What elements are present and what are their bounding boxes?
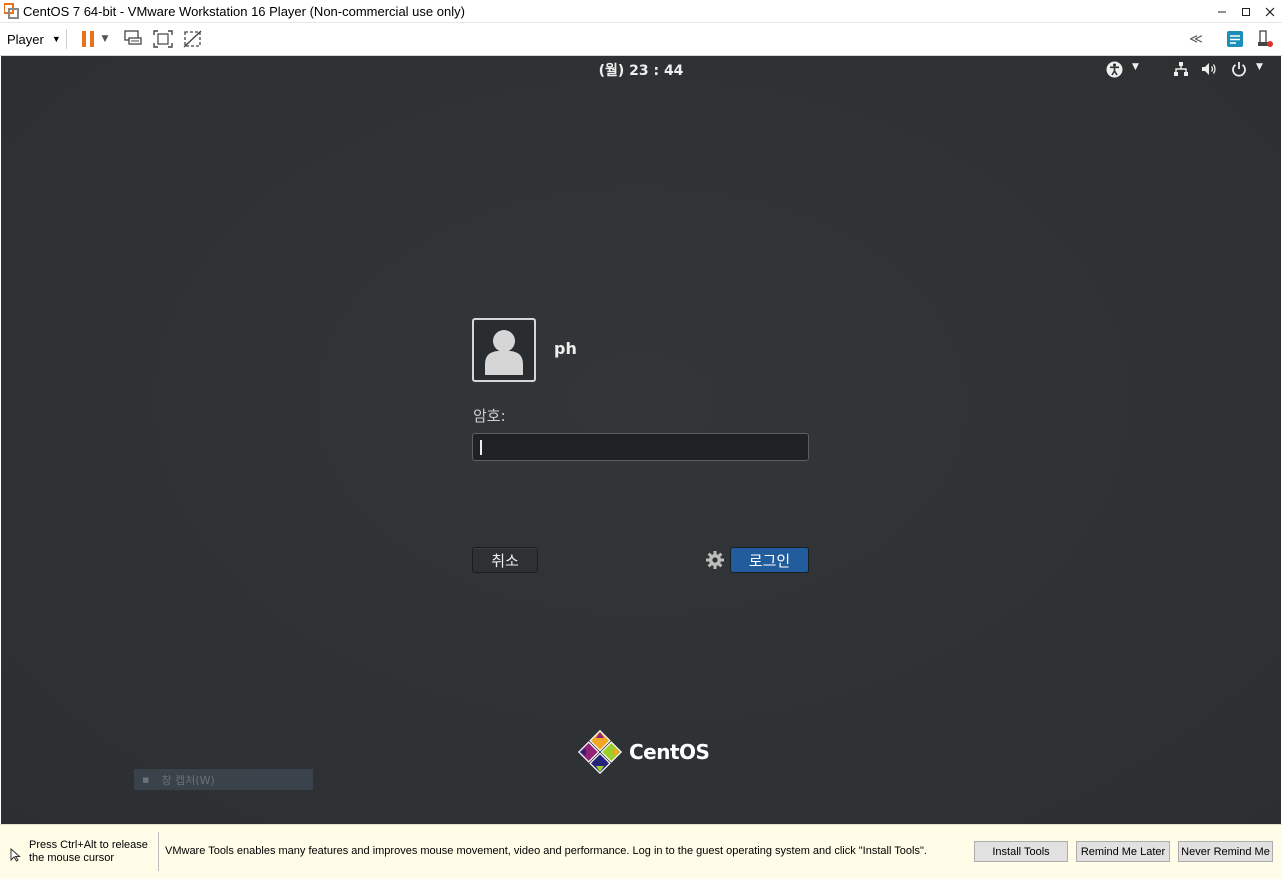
pause-button[interactable]: [77, 28, 99, 50]
release-hint-line2: the mouse cursor: [29, 852, 114, 864]
centos-wordmark: CentOS: [629, 740, 710, 764]
volume-icon: [1202, 63, 1216, 75]
cancel-button[interactable]: 취소: [472, 547, 538, 573]
chevron-down-icon: ▼: [101, 34, 109, 44]
maximize-button[interactable]: [1234, 0, 1258, 23]
power-menu-button[interactable]: [1230, 60, 1247, 78]
mouse-pointer-icon: [10, 847, 22, 862]
maximize-icon: [1242, 7, 1250, 16]
power-menu-dropdown[interactable]: ▼: [98, 28, 112, 50]
user-avatar: [472, 318, 536, 382]
vmware-player-icon: [3, 3, 20, 19]
close-icon: [1265, 7, 1275, 16]
window-capture-label: 창 캡처(W): [161, 773, 215, 787]
username-label: ph: [554, 339, 577, 358]
minimize-icon: [1218, 11, 1226, 12]
gnome-top-bar: (월) 23 : 44 ▼ ▼: [1, 56, 1281, 83]
user-icon: [485, 330, 523, 375]
toolbar-divider: [66, 29, 67, 49]
notes-icon: [1227, 31, 1243, 47]
vmware-tools-bar: Press Ctrl+Alt to release the mouse curs…: [0, 824, 1282, 879]
close-button[interactable]: [1258, 0, 1282, 23]
release-hint-line1: Press Ctrl+Alt to release: [29, 839, 148, 851]
password-label: 암호:: [473, 407, 506, 425]
pause-icon: [82, 31, 94, 47]
window-capture-overlay: ▪ 창 캡처(W): [134, 769, 313, 790]
vmware-tools-message: VMware Tools enables many features and i…: [165, 845, 927, 857]
session-settings-button[interactable]: [705, 550, 725, 570]
centos-logo: [577, 729, 623, 775]
chevron-down-icon[interactable]: ▼: [1256, 62, 1263, 72]
accessibility-button[interactable]: [1105, 60, 1123, 78]
text-cursor: [480, 440, 482, 455]
power-icon: [1231, 62, 1246, 77]
removable-devices-button[interactable]: [1254, 28, 1276, 50]
send-ctrl-alt-del-button[interactable]: [122, 28, 144, 50]
send-ctrl-alt-del-icon: [124, 30, 142, 45]
network-indicator[interactable]: [1173, 60, 1189, 78]
unity-button[interactable]: [182, 28, 204, 50]
player-menu[interactable]: Player ▼: [7, 30, 61, 48]
login-button[interactable]: 로그인: [730, 547, 809, 573]
password-input[interactable]: [472, 433, 809, 461]
network-wired-icon: [1174, 62, 1188, 76]
player-menu-label: Player: [7, 31, 44, 47]
window-titlebar[interactable]: CentOS 7 64-bit - VMware Workstation 16 …: [0, 0, 1282, 23]
release-mouse-hint: Press Ctrl+Alt to release the mouse curs…: [29, 839, 148, 865]
fit-guest-button[interactable]: [152, 28, 174, 50]
minimize-button[interactable]: [1210, 0, 1234, 23]
devices-icon: [1258, 30, 1273, 47]
capture-icon: ▪: [142, 773, 150, 786]
guest-screen[interactable]: (월) 23 : 44 ▼ ▼ ph 암호: 취소 로그인 CentOS ▪ 창…: [1, 56, 1281, 824]
accessibility-icon: [1106, 61, 1122, 77]
remind-later-button[interactable]: Remind Me Later: [1076, 841, 1170, 862]
install-tools-button[interactable]: Install Tools: [974, 841, 1068, 862]
statusbar-divider: [158, 832, 159, 871]
chevron-down-icon: ▼: [51, 34, 61, 44]
player-toolbar: Player ▼ ▼ ≪: [0, 23, 1282, 56]
collapse-toolbar-button[interactable]: ≪: [1185, 28, 1207, 50]
chevron-down-icon[interactable]: ▼: [1132, 62, 1139, 72]
clock[interactable]: (월) 23 : 44: [1, 60, 1281, 80]
unity-icon: [183, 30, 202, 48]
window-title: CentOS 7 64-bit - VMware Workstation 16 …: [23, 3, 465, 19]
fit-guest-icon: [153, 30, 173, 48]
double-chevron-left-icon: ≪: [1189, 31, 1203, 47]
centos-logo-icon: [577, 729, 623, 775]
notes-button[interactable]: [1224, 28, 1246, 50]
gear-icon: [706, 551, 724, 569]
never-remind-button[interactable]: Never Remind Me: [1178, 841, 1273, 862]
volume-indicator[interactable]: [1201, 60, 1217, 78]
